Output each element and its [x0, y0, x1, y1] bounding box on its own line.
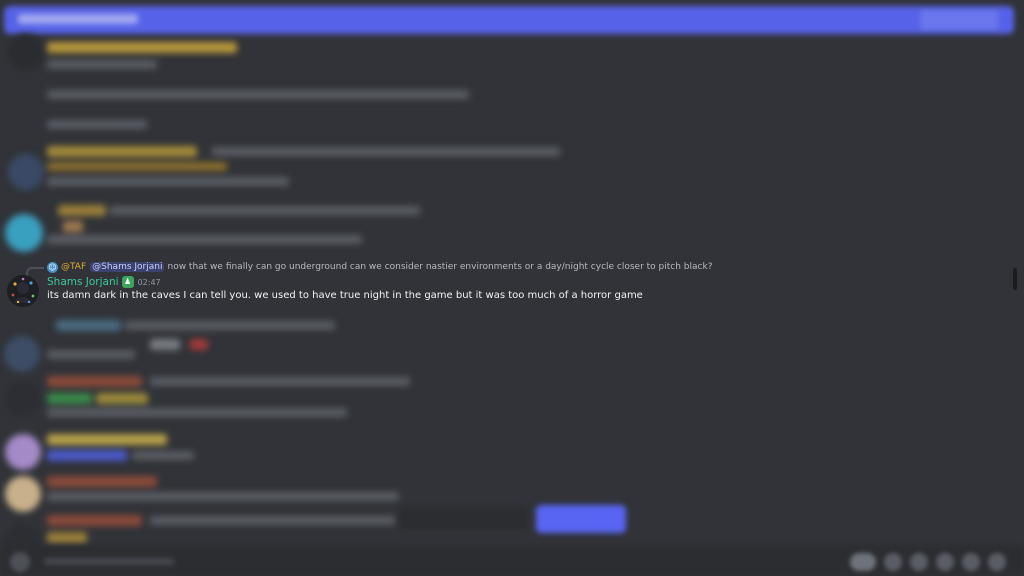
username[interactable] — [47, 146, 197, 157]
message-line — [125, 321, 335, 330]
unread-banner-text — [18, 14, 138, 24]
message-line — [47, 120, 147, 129]
status-badge — [96, 393, 148, 404]
message-line — [47, 90, 469, 99]
username[interactable] — [47, 450, 127, 461]
avatar[interactable] — [8, 34, 44, 70]
avatar[interactable] — [5, 381, 41, 417]
avatar[interactable] — [4, 336, 40, 372]
username[interactable] — [47, 434, 167, 445]
status-badge — [150, 339, 180, 350]
username[interactable] — [47, 376, 142, 387]
message-composer[interactable] — [0, 546, 1024, 576]
message-line — [110, 206, 420, 215]
message-line — [47, 408, 347, 417]
avatar[interactable] — [8, 154, 44, 190]
username[interactable] — [63, 221, 83, 232]
message-line — [150, 516, 395, 525]
message-input[interactable] — [44, 558, 174, 565]
avatar[interactable] — [5, 434, 41, 470]
message-line — [212, 147, 560, 156]
reply-mention[interactable]: @Shams Jorjani — [90, 262, 165, 272]
message-line — [150, 377, 410, 386]
username[interactable] — [58, 205, 106, 216]
reply-text: now that we finally can go underground c… — [167, 262, 713, 272]
mark-as-read-button[interactable] — [920, 10, 998, 30]
jump-controls — [400, 505, 630, 533]
username[interactable] — [47, 532, 87, 543]
jump-to-present-button[interactable] — [536, 505, 626, 533]
message-line — [47, 60, 157, 69]
message-text: its damn dark in the caves I can tell yo… — [47, 290, 643, 301]
scrollbar[interactable] — [1013, 268, 1017, 290]
unread-banner[interactable] — [4, 6, 1014, 34]
message-line — [47, 162, 227, 171]
apps-icon[interactable] — [962, 553, 980, 571]
message-line — [47, 235, 362, 244]
username[interactable] — [47, 42, 237, 53]
message-line — [132, 451, 194, 460]
message-line — [47, 492, 399, 501]
message-header: Shams Jorjani ♟ 02:47 — [47, 275, 161, 289]
reply-preview[interactable]: ☺ @TAF @Shams Jorjani now that we finall… — [47, 260, 712, 274]
avatar[interactable] — [5, 476, 41, 512]
jump-pill[interactable] — [400, 508, 528, 530]
apps-icon[interactable] — [988, 553, 1006, 571]
message-line — [47, 177, 289, 186]
author-name[interactable]: Shams Jorjani — [47, 276, 119, 288]
username[interactable] — [56, 320, 121, 331]
emoji-icon[interactable] — [936, 553, 954, 571]
username[interactable] — [47, 515, 142, 526]
username[interactable] — [47, 476, 157, 487]
plus-circle-icon[interactable] — [10, 552, 30, 572]
message-item: ☺ @TAF @Shams Jorjani now that we finall… — [0, 258, 1010, 308]
reply-author[interactable]: @TAF — [61, 262, 86, 272]
chat-app: ☺ @TAF @Shams Jorjani now that we finall… — [0, 0, 1024, 576]
avatar-icon: ☺ — [47, 261, 58, 273]
status-badge — [190, 339, 208, 350]
sticker-icon[interactable] — [910, 553, 928, 571]
gif-icon[interactable] — [884, 553, 902, 571]
message-line — [47, 350, 135, 359]
username[interactable] — [47, 393, 92, 404]
person-badge-icon[interactable]: ♟ — [121, 276, 134, 288]
avatar[interactable] — [7, 275, 39, 307]
timestamp[interactable]: 02:47 — [138, 278, 161, 287]
gift-icon[interactable] — [850, 553, 876, 571]
avatar[interactable] — [5, 214, 43, 252]
